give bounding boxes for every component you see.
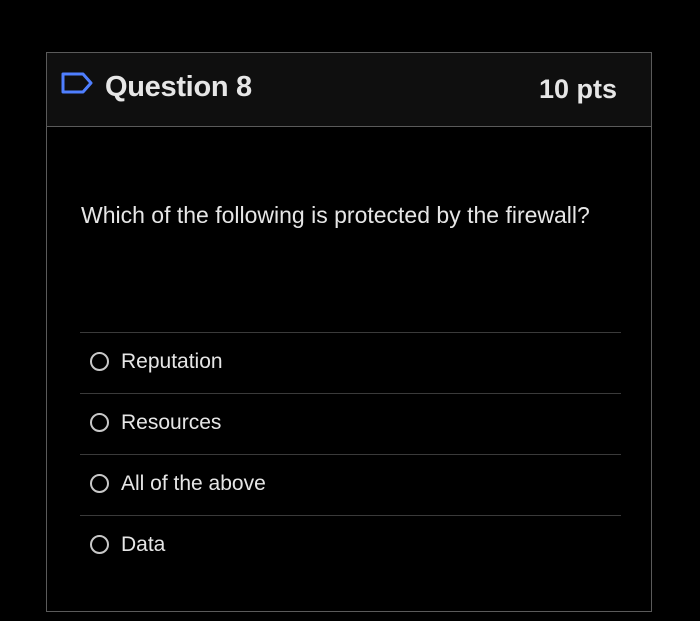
flag-icon[interactable] <box>61 72 93 94</box>
question-points: 10 pts <box>538 74 617 104</box>
answer-option-data[interactable]: Data <box>80 515 621 576</box>
answer-label[interactable]: Reputation <box>121 349 223 375</box>
answer-label[interactable]: All of the above <box>121 471 266 497</box>
radio-button[interactable] <box>90 474 109 493</box>
answer-option-resources[interactable]: Resources <box>80 393 621 454</box>
question-text: Which of the following is protected by t… <box>81 202 590 228</box>
answer-label[interactable]: Data <box>121 532 165 558</box>
radio-button[interactable] <box>90 413 109 432</box>
question-title: Question 8 <box>105 71 252 103</box>
radio-button[interactable] <box>90 535 109 554</box>
radio-button[interactable] <box>90 352 109 371</box>
answer-option-all-of-the-above[interactable]: All of the above <box>80 454 621 515</box>
answer-list: Reputation Resources All of the above Da… <box>80 332 621 576</box>
answer-option-reputation[interactable]: Reputation <box>80 332 621 393</box>
answer-label[interactable]: Resources <box>121 410 221 436</box>
question-header: Question 8 10 pts <box>47 53 651 127</box>
question-card: Question 8 10 pts Which of the following… <box>46 52 652 612</box>
